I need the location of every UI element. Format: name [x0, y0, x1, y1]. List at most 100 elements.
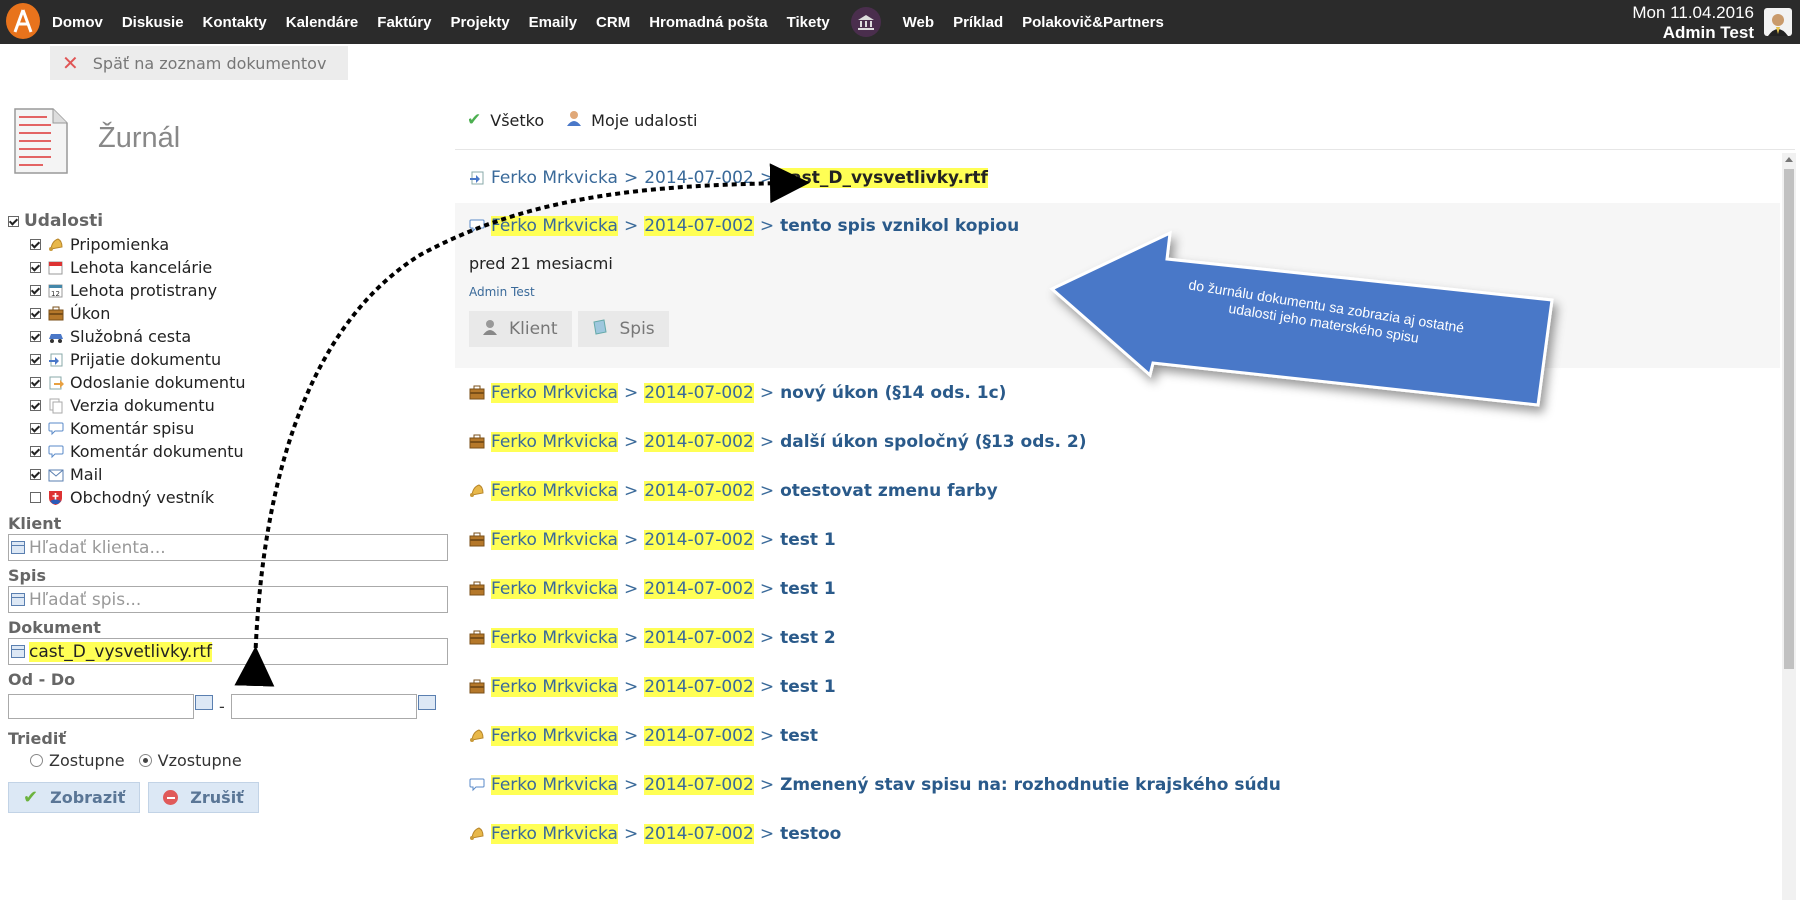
feed-scrollbar[interactable]: [1782, 153, 1796, 900]
case-link[interactable]: 2014-07-002: [644, 725, 754, 746]
nav-item[interactable]: Diskusie: [122, 14, 184, 31]
case-link[interactable]: 2014-07-002: [644, 627, 754, 648]
event-type-checkbox[interactable]: [30, 400, 41, 411]
list-item[interactable]: Ferko Mrkvicka >2014-07-002 > test 2: [455, 613, 1780, 662]
calendar-icon[interactable]: [417, 695, 436, 710]
event-type-checkbox[interactable]: [30, 377, 41, 388]
case-link[interactable]: 2014-07-002: [644, 676, 754, 697]
back-to-documents-button[interactable]: ✕ Späť na zoznam dokumentov: [50, 46, 348, 80]
person-link[interactable]: Ferko Mrkvicka: [491, 823, 618, 844]
person-link[interactable]: Ferko Mrkvicka: [491, 774, 618, 795]
event-type-checkbox[interactable]: [30, 331, 41, 342]
events-group-checkbox[interactable]: [8, 215, 19, 227]
user-avatar[interactable]: [1764, 8, 1792, 36]
event-type-checkbox[interactable]: [30, 492, 41, 503]
list-item[interactable]: Ferko Mrkvicka >2014-07-002 > Zmenený stav …: [455, 760, 1780, 809]
event-type-checkbox[interactable]: [30, 262, 41, 273]
event-title-link[interactable]: test 2: [780, 628, 836, 648]
current-user[interactable]: Admin Test: [1632, 23, 1754, 43]
app-logo-icon[interactable]: [6, 3, 40, 39]
nav-item[interactable]: CRM: [596, 14, 630, 31]
nav-item[interactable]: Príklad: [953, 14, 1003, 31]
event-title-link[interactable]: test 1: [780, 579, 836, 599]
event-title-link[interactable]: test: [780, 726, 818, 746]
event-title-link[interactable]: otestovat zmenu farby: [780, 481, 998, 501]
bank-icon[interactable]: [850, 7, 881, 37]
person-link[interactable]: Ferko Mrkvicka: [491, 168, 618, 188]
document-title-link[interactable]: cast_D_vysvetlivky.rtf: [780, 168, 988, 188]
calendar-icon[interactable]: [195, 695, 213, 710]
nav-item[interactable]: Emaily: [529, 14, 577, 31]
list-item[interactable]: Ferko Mrkvicka >2014-07-002 > nový úkon (§1…: [455, 368, 1780, 417]
event-title-link[interactable]: Zmenený stav spisu na: rozhodnutie krajs…: [780, 775, 1281, 795]
nav-item[interactable]: Hromadná pošta: [649, 14, 767, 31]
event-type-checkbox[interactable]: [30, 308, 41, 319]
list-item[interactable]: Ferko Mrkvicka >2014-07-002 > test 1: [455, 662, 1780, 711]
sort-desc-radio[interactable]: [138, 754, 152, 767]
list-item[interactable]: Ferko Mrkvicka >2014-07-002 > test 1: [455, 564, 1780, 613]
list-item[interactable]: Ferko Mrkvicka >2014-07-002 > testoo: [455, 809, 1780, 858]
person-link[interactable]: Ferko Mrkvicka: [491, 431, 618, 452]
client-search-input[interactable]: Hľadať klienta...: [8, 534, 448, 561]
case-link[interactable]: 2014-07-002: [644, 382, 754, 403]
person-link[interactable]: Ferko Mrkvicka: [491, 529, 618, 550]
case-link[interactable]: 2014-07-002: [644, 578, 754, 599]
event-type-checkbox[interactable]: [30, 354, 41, 365]
person-link[interactable]: Ferko Mrkvicka: [491, 676, 618, 697]
author-link[interactable]: Admin Test: [469, 285, 1766, 299]
breadcrumb-separator: >: [759, 578, 775, 599]
file-button[interactable]: Spis: [577, 311, 669, 347]
scrollbar-thumb[interactable]: [1784, 169, 1794, 669]
scroll-up-icon[interactable]: [1785, 157, 1793, 162]
tab-all[interactable]: ✔ Všetko: [467, 110, 544, 130]
case-link[interactable]: 2014-07-002: [644, 774, 754, 795]
list-item-header[interactable]: Ferko Mrkvicka > 2014-07-002 > tento spi…: [469, 213, 1766, 238]
event-type-checkbox[interactable]: [30, 285, 41, 296]
event-title-link[interactable]: test 1: [780, 530, 836, 550]
list-item[interactable]: Ferko Mrkvicka >2014-07-002 > další úkon sp…: [455, 417, 1780, 466]
nav-item[interactable]: Web: [903, 14, 934, 31]
document-search-input[interactable]: cast_D_vysvetlivky.rtf: [8, 638, 448, 665]
nav-item[interactable]: Kalendáre: [286, 14, 359, 31]
person-link[interactable]: Ferko Mrkvicka: [491, 627, 618, 648]
person-link[interactable]: Ferko Mrkvicka: [491, 480, 618, 501]
case-link[interactable]: 2014-07-002: [644, 529, 754, 550]
nav-item[interactable]: Tikety: [787, 14, 830, 31]
event-type-checkbox[interactable]: [30, 446, 41, 457]
cancel-button[interactable]: Zrušiť: [148, 782, 259, 813]
date-to-input[interactable]: [230, 694, 417, 719]
case-link[interactable]: 2014-07-002: [644, 431, 754, 452]
tab-my-events[interactable]: Moje udalosti: [566, 110, 698, 130]
event-title-link[interactable]: nový úkon (§14 ods. 1c): [780, 383, 1006, 403]
person-link[interactable]: Ferko Mrkvicka: [491, 578, 618, 599]
event-title-link[interactable]: tento spis vznikol kopiou: [780, 216, 1019, 236]
list-item[interactable]: Ferko Mrkvicka >2014-07-002 > test: [455, 711, 1780, 760]
person-link[interactable]: Ferko Mrkvicka: [491, 725, 618, 746]
event-title-link[interactable]: další úkon spoločný (§13 ods. 2): [780, 432, 1086, 452]
list-item[interactable]: Ferko Mrkvicka >2014-07-002 > test 1: [455, 515, 1780, 564]
event-type-checkbox[interactable]: [30, 423, 41, 434]
case-link[interactable]: 2014-07-002: [644, 480, 754, 501]
file-search-input[interactable]: Hľadať spis...: [8, 586, 448, 613]
case-link[interactable]: 2014-07-002: [644, 823, 754, 844]
case-link[interactable]: 2014-07-002: [644, 215, 754, 236]
calendar-12-icon: 12: [48, 283, 64, 298]
case-link[interactable]: 2014-07-002: [644, 168, 754, 188]
sort-asc-radio[interactable]: [30, 754, 43, 767]
event-type-checkbox[interactable]: [30, 239, 41, 250]
show-button[interactable]: ✔ Zobraziť: [8, 782, 141, 813]
nav-item[interactable]: Faktúry: [377, 14, 431, 31]
event-title-link[interactable]: test 1: [780, 677, 836, 697]
person-link[interactable]: Ferko Mrkvicka: [491, 382, 618, 403]
date-from-input[interactable]: [8, 694, 194, 719]
nav-item[interactable]: Projekty: [450, 14, 509, 31]
event-title-link[interactable]: testoo: [780, 824, 841, 844]
event-type-checkbox[interactable]: [30, 469, 41, 480]
nav-item[interactable]: Polakovič&Partners: [1022, 14, 1164, 31]
client-button[interactable]: Klient: [469, 311, 572, 347]
person-link[interactable]: Ferko Mrkvicka: [491, 215, 618, 236]
list-item[interactable]: Ferko Mrkvicka >2014-07-002 > otestovat zme…: [455, 466, 1780, 515]
nav-item[interactable]: Domov: [52, 14, 103, 31]
list-item[interactable]: Ferko Mrkvicka > 2014-07-002 > cast_D_vy…: [455, 153, 1780, 203]
nav-item[interactable]: Kontakty: [203, 14, 267, 31]
